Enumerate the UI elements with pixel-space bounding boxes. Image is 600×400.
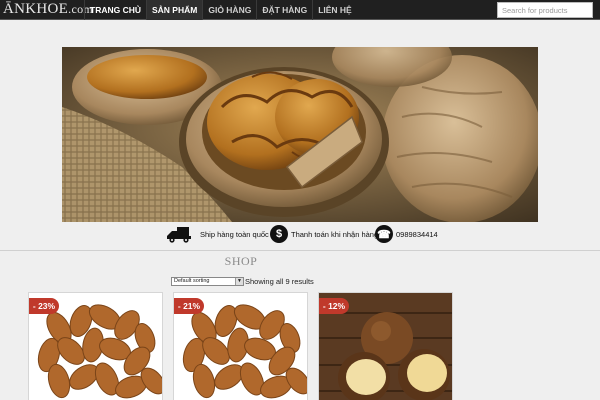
product-card[interactable]: - 21% — [173, 292, 308, 400]
shop-title: SHOP — [224, 254, 258, 268]
site-logo[interactable]: ĀNKHOE.com — [3, 0, 93, 20]
phone-info: ☎ 0989834414 — [375, 224, 438, 244]
dollar-icon: $ — [270, 225, 288, 243]
sorting-select[interactable]: Default sorting ▼ — [171, 277, 244, 286]
search-input[interactable] — [497, 2, 593, 18]
chevron-down-icon[interactable]: ▼ — [235, 278, 243, 285]
shipping-info: Ship hàng toàn quốc — [165, 224, 269, 244]
product-card[interactable]: - 23% — [28, 292, 163, 400]
product-card[interactable]: - 12% — [318, 292, 453, 400]
nav-item-cart[interactable]: GIỎ HÀNG — [202, 0, 256, 20]
result-count: Showing all 9 results — [245, 277, 314, 286]
payment-info: $ Thanh toán khi nhận hàng — [270, 224, 378, 244]
nav-item-contact[interactable]: LIÊN HỆ — [312, 0, 357, 20]
top-navigation-bar: ĀNKHOE.com TRANG CHỦ SẢN PHẨM GIỎ HÀNG Đ… — [0, 0, 600, 20]
main-menu: TRANG CHỦ SẢN PHẨM GIỎ HÀNG ĐẶT HÀNG LIÊ… — [84, 0, 357, 20]
hero-banner-walnuts — [62, 47, 538, 222]
phone-icon: ☎ — [375, 225, 393, 243]
nav-item-home[interactable]: TRANG CHỦ — [84, 0, 146, 20]
phone-number[interactable]: 0989834414 — [396, 230, 438, 239]
nav-item-order[interactable]: ĐẶT HÀNG — [256, 0, 312, 20]
discount-badge: - 12% — [319, 298, 349, 314]
shipping-text: Ship hàng toàn quốc — [200, 229, 269, 239]
logo-text: ĀNKHOE — [3, 1, 69, 17]
section-divider — [0, 250, 600, 251]
discount-badge: - 21% — [174, 298, 204, 314]
nav-item-products[interactable]: SẢN PHẨM — [146, 0, 203, 20]
sorting-selected-value: Default sorting — [174, 278, 210, 284]
discount-badge: - 23% — [29, 298, 59, 314]
payment-text: Thanh toán khi nhận hàng — [291, 229, 379, 239]
delivery-truck-icon — [165, 225, 197, 243]
